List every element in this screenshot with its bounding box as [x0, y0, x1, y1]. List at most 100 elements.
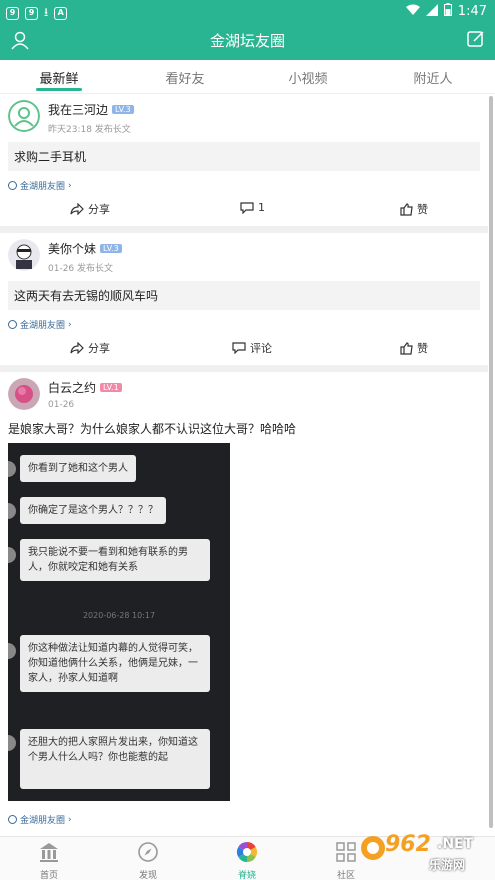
tab-short-video[interactable]: 小视频	[263, 68, 353, 87]
post-image[interactable]: 你看到了她和这个男人 你确定了是这个男人？？？？ 我只能说不要一看到和她有联系的…	[8, 443, 230, 801]
grid-icon	[336, 842, 356, 862]
circle-link[interactable]: 金湖朋友圈 ›	[8, 179, 480, 192]
watermark-net: .NET	[437, 836, 474, 852]
circle-link[interactable]: 金湖朋友圈 ›	[8, 813, 480, 826]
clock: 1:47	[457, 3, 487, 19]
chevron-right-icon: ›	[68, 180, 72, 191]
comment-label: 评论	[250, 342, 272, 355]
post-author: 我在三河边 LV.3	[48, 101, 134, 118]
battery-icon	[443, 3, 452, 19]
chevron-right-icon: ›	[68, 814, 72, 825]
post-text[interactable]: 求购二手耳机	[8, 142, 480, 171]
page-title: 金湖坛友圈	[209, 32, 285, 50]
circle-name: 金湖朋友圈	[20, 321, 66, 331]
circle-icon	[8, 320, 17, 329]
divider	[0, 226, 488, 233]
share-label: 分享	[88, 342, 110, 355]
chat-timestamp: 2020-06-28 10:17	[82, 611, 156, 620]
app-bar: 金湖坛友圈	[0, 22, 495, 60]
post-meta: 01-26 发布长文	[48, 264, 114, 274]
post-meta: 01-26	[48, 400, 75, 410]
circle-link[interactable]: 金湖朋友圈 ›	[8, 318, 480, 331]
divider	[0, 365, 488, 372]
active-tab-indicator	[36, 88, 82, 91]
notification-app-icon-2: 9	[25, 7, 38, 20]
like-button[interactable]: 赞	[400, 340, 428, 356]
compass-icon	[138, 842, 158, 862]
signal-icon	[425, 3, 438, 19]
comment-icon	[240, 201, 254, 214]
thumbs-up-icon	[400, 202, 413, 216]
post-card[interactable]: 我在三河边 LV.3 昨天23:18 发布长文 求购二手耳机 金湖朋友圈 › 分享…	[0, 94, 488, 226]
shutter-icon	[236, 841, 258, 863]
post-meta: 昨天23:18 发布长文	[48, 125, 131, 135]
feed: 我在三河边 LV.3 昨天23:18 发布长文 求购二手耳机 金湖朋友圈 › 分享…	[0, 94, 488, 826]
status-bar: 9 9 ⭳ A 1:47	[0, 0, 495, 22]
post-text[interactable]: 这两天有去无锡的顺风车吗	[8, 281, 480, 310]
circle-name: 金湖朋友圈	[20, 182, 66, 192]
nav-discover[interactable]: 发现	[118, 841, 178, 880]
avatar[interactable]	[8, 239, 40, 271]
feed-tabs: 最新鲜 看好友 小视频 附近人	[0, 60, 495, 94]
edit-icon[interactable]	[467, 30, 485, 48]
share-button[interactable]: 分享	[70, 201, 110, 217]
download-icon: ⭳	[44, 5, 49, 19]
comment-icon	[232, 342, 246, 354]
chevron-right-icon: ›	[68, 319, 72, 330]
circle-icon	[8, 181, 17, 190]
comment-button[interactable]: 评论	[232, 340, 272, 356]
thumbs-up-icon	[400, 341, 413, 355]
scrollbar[interactable]	[489, 96, 493, 828]
post-card[interactable]: 白云之约 LV.1 01-26 是娘家大哥？为什么娘家人都不认识这位大哥？哈哈哈 …	[0, 372, 488, 826]
wifi-icon	[405, 4, 420, 19]
post-author: 白云之约 LV.1	[48, 379, 122, 396]
watermark-text: 乐游网	[429, 858, 466, 872]
post-author: 美你个妹 LV.3	[48, 240, 122, 257]
watermark-logo: 962 .NET 乐游网	[359, 830, 491, 876]
watermark-icon	[361, 836, 385, 860]
like-label: 赞	[417, 342, 428, 355]
avatar[interactable]	[8, 100, 40, 132]
nav-home-label: 首页	[39, 871, 58, 880]
tab-nearby[interactable]: 附近人	[388, 68, 478, 87]
like-label: 赞	[417, 203, 428, 216]
author-name[interactable]: 我在三河边	[48, 103, 108, 117]
comment-count: 1	[258, 201, 265, 214]
nav-home[interactable]: 首页	[19, 841, 79, 880]
nav-camera[interactable]: 脊娆	[217, 841, 277, 880]
level-badge: LV.3	[100, 244, 122, 253]
chat-bubble: 还胆大的把人家照片发出来，你知道这个男人什么人吗？你也能惹的起	[20, 729, 210, 789]
level-badge: LV.1	[100, 383, 122, 392]
like-button[interactable]: 赞	[400, 201, 428, 217]
home-icon	[40, 843, 58, 862]
chat-avatar	[8, 547, 16, 563]
chat-bubble: 我只能说不要一看到和她有联系的男人，你就咬定和她有关系	[20, 539, 210, 581]
chat-bubble: 你这种做法让知道内幕的人觉得可笑，你知道他俩什么关系，他俩是兄妹，一家人，孙家人…	[20, 635, 210, 692]
avatar[interactable]	[8, 378, 40, 410]
chat-avatar	[8, 461, 16, 477]
post-card[interactable]: 美你个妹 LV.3 01-26 发布长文 这两天有去无锡的顺风车吗 金湖朋友圈 ›…	[0, 233, 488, 365]
post-text[interactable]: 是娘家大哥？为什么娘家人都不认识这位大哥？哈哈哈	[8, 420, 480, 437]
author-name[interactable]: 白云之约	[48, 381, 96, 395]
share-icon	[70, 342, 84, 354]
share-button[interactable]: 分享	[70, 340, 110, 356]
nav-discover-label: 发现	[138, 871, 157, 880]
author-name[interactable]: 美你个妹	[48, 242, 96, 256]
level-badge: LV.3	[112, 105, 134, 114]
share-icon	[70, 203, 84, 215]
comment-button[interactable]: 1	[240, 201, 265, 214]
notification-app-icon: 9	[6, 7, 19, 20]
circle-icon	[8, 815, 17, 824]
circle-name: 金湖朋友圈	[20, 816, 66, 826]
chat-avatar	[8, 735, 16, 751]
chat-bubble: 你看到了她和这个男人	[20, 455, 136, 482]
chat-bubble: 你确定了是这个男人？？？？	[20, 497, 166, 524]
watermark-number: 962	[385, 832, 431, 857]
tab-friends[interactable]: 看好友	[140, 68, 230, 87]
nav-camera-label: 脊娆	[237, 871, 256, 880]
chat-avatar	[8, 643, 16, 659]
post-actions: 分享 1 赞	[0, 192, 488, 226]
chat-avatar	[8, 503, 16, 519]
tab-newest[interactable]: 最新鲜	[14, 68, 104, 87]
notification-a-icon: A	[54, 7, 68, 20]
